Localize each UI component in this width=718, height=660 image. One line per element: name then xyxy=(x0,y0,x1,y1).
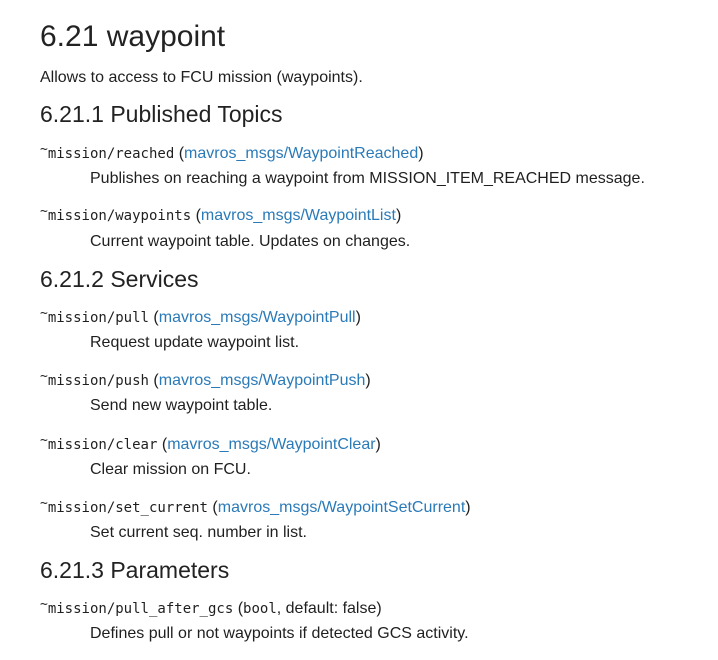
heading-services: 6.21.2 Services xyxy=(40,266,199,292)
tilde-glyph: ~ xyxy=(40,597,48,612)
service-term-set-current: ~mission/set_current (mavros_msgs/Waypoi… xyxy=(40,496,471,516)
service-desc: Clear mission on FCU. xyxy=(90,461,251,478)
service-desc: Request update waypoint list. xyxy=(90,334,300,351)
service-name: mission/pull xyxy=(47,310,149,326)
service-desc: Set current seq. number in list. xyxy=(90,524,307,541)
service-type-link[interactable]: mavros_msgs/WaypointPush xyxy=(159,372,366,389)
topic-desc: Publishes on reaching a waypoint from MI… xyxy=(90,170,645,187)
heading-parameters: 6.21.3 Parameters xyxy=(40,557,230,583)
param-name: mission/pull_after_gcs xyxy=(47,601,234,617)
topic-term-waypoints: ~mission/waypoints (mavros_msgs/Waypoint… xyxy=(40,204,402,224)
service-type-link[interactable]: mavros_msgs/WaypointSetCurrent xyxy=(218,499,466,516)
tilde-glyph: ~ xyxy=(40,369,48,384)
topic-name: mission/waypoints xyxy=(47,208,192,224)
tilde-glyph: ~ xyxy=(40,306,48,321)
service-term-clear: ~mission/clear (mavros_msgs/WaypointClea… xyxy=(40,433,381,453)
tilde-glyph: ~ xyxy=(40,433,48,448)
service-name: mission/push xyxy=(47,373,149,389)
heading-published-topics: 6.21.1 Published Topics xyxy=(40,101,283,127)
tilde-glyph: ~ xyxy=(40,142,48,157)
service-type-link[interactable]: mavros_msgs/WaypointPull xyxy=(159,309,356,326)
topic-type-link[interactable]: mavros_msgs/WaypointList xyxy=(201,207,396,224)
service-name: mission/set_current xyxy=(47,500,208,516)
section-title: 6.21 waypoint xyxy=(40,20,226,53)
section-intro: Allows to access to FCU mission (waypoin… xyxy=(40,69,363,86)
param-desc: Defines pull or not waypoints if detecte… xyxy=(90,625,469,642)
tilde-glyph: ~ xyxy=(40,204,48,219)
service-name: mission/clear xyxy=(47,437,158,453)
service-type-link[interactable]: mavros_msgs/WaypointClear xyxy=(167,436,375,453)
topic-type-link[interactable]: mavros_msgs/WaypointReached xyxy=(184,145,418,162)
topic-name: mission/reached xyxy=(47,146,175,162)
tilde-glyph: ~ xyxy=(40,496,48,511)
topic-desc: Current waypoint table. Updates on chang… xyxy=(90,233,411,250)
service-desc: Send new waypoint table. xyxy=(90,397,273,414)
service-term-push: ~mission/push (mavros_msgs/WaypointPush) xyxy=(40,369,371,389)
param-type: bool xyxy=(243,601,277,617)
param-term-pull-after-gcs: ~mission/pull_after_gcs (bool, default: … xyxy=(40,597,382,617)
service-term-pull: ~mission/pull (mavros_msgs/WaypointPull) xyxy=(40,306,361,326)
topic-term-reached: ~mission/reached (mavros_msgs/WaypointRe… xyxy=(40,142,424,162)
doc-page: 6.21 waypoint Allows to access to FCU mi… xyxy=(0,0,718,660)
param-default: default: false xyxy=(285,600,377,617)
